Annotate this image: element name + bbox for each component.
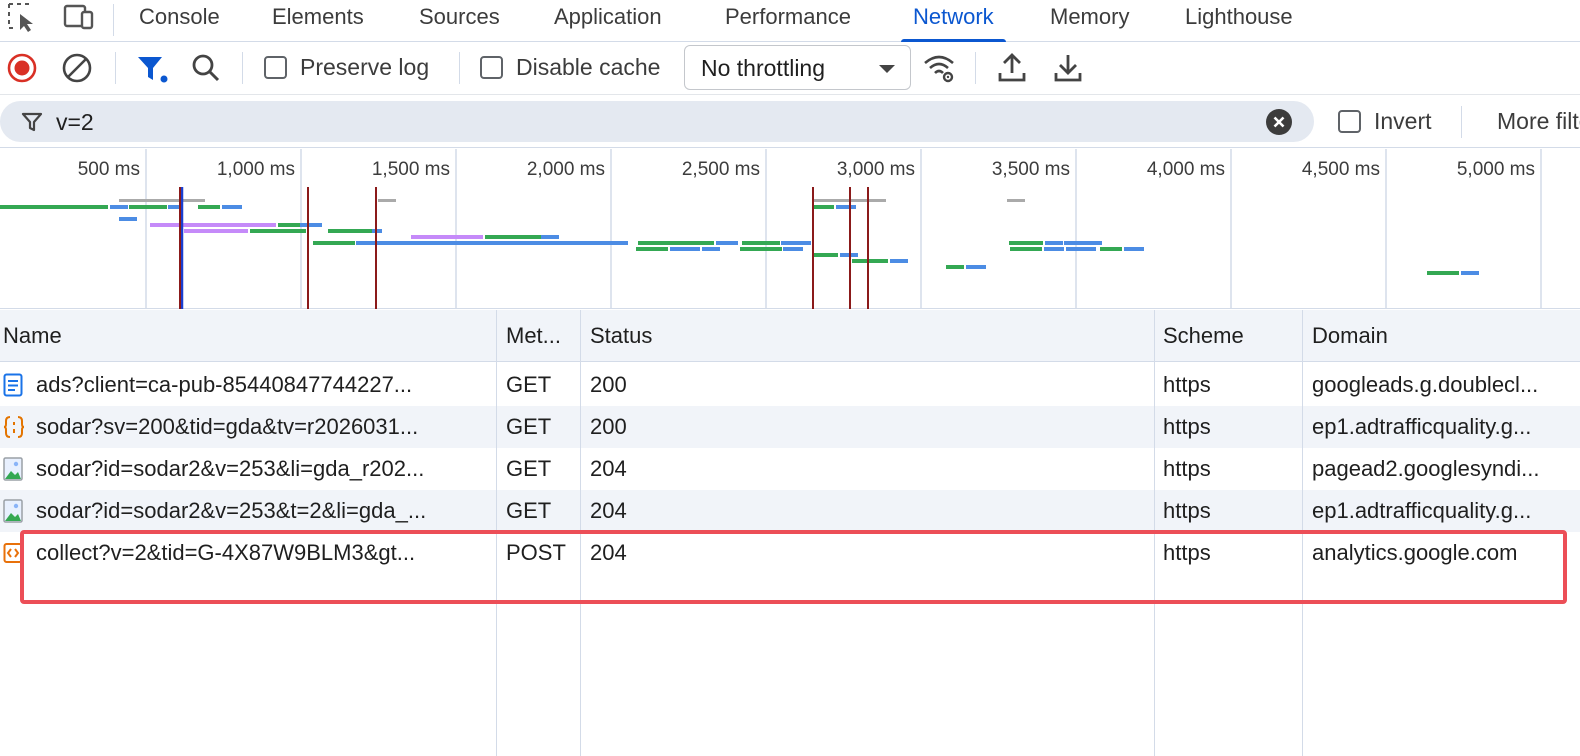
request-status: 200 — [590, 372, 627, 397]
request-scheme: https — [1163, 414, 1211, 439]
column-header-status[interactable]: Status — [590, 323, 652, 349]
filter-input[interactable]: v=2 — [0, 101, 1314, 142]
image-icon — [3, 499, 23, 523]
tick-label: 5,000 ms — [1456, 159, 1535, 180]
table-row[interactable]: sodar?id=sodar2&v=253&t=2&li=gda_... GET… — [0, 490, 1580, 532]
request-domain: ep1.adtrafficquality.g... — [1312, 498, 1532, 523]
request-method: GET — [506, 498, 552, 523]
tab-application[interactable]: Application — [554, 0, 662, 41]
document-icon — [3, 373, 23, 397]
toolbar-divider — [459, 52, 460, 84]
table-row[interactable]: ads?client=ca-pub-85440847744227... GET … — [0, 364, 1580, 406]
request-method: POST — [506, 540, 566, 565]
filterbar-divider — [1461, 106, 1462, 138]
request-method: GET — [506, 414, 552, 439]
column-divider[interactable] — [1154, 310, 1155, 756]
table-row[interactable]: sodar?id=sodar2&v=253&li=gda_r202... GET… — [0, 448, 1580, 490]
request-scheme: https — [1163, 456, 1211, 481]
tick-label: 2,000 ms — [526, 159, 605, 180]
preserve-log-label: Preserve log — [300, 54, 430, 80]
devtools-tabbar: Console Elements Sources Application Per… — [0, 0, 1580, 42]
inspect-element-icon[interactable] — [6, 2, 40, 39]
tick-label: 1,500 ms — [371, 159, 450, 180]
invert-checkbox[interactable] — [1338, 110, 1361, 133]
request-scheme: https — [1163, 498, 1211, 523]
export-har-icon[interactable] — [1052, 51, 1084, 90]
column-header-domain[interactable]: Domain — [1312, 323, 1388, 349]
network-toolbar: Preserve log Disable cache No throttling — [0, 42, 1580, 95]
request-domain: ep1.adtrafficquality.g... — [1312, 414, 1532, 439]
request-name: ads?client=ca-pub-85440847744227... — [36, 372, 413, 397]
tab-lighthouse[interactable]: Lighthouse — [1185, 0, 1293, 41]
toolbar-divider — [242, 52, 243, 84]
tab-sources[interactable]: Sources — [419, 0, 500, 41]
filter-icon[interactable] — [136, 53, 170, 90]
request-status: 204 — [590, 456, 627, 481]
funnel-icon — [20, 110, 44, 139]
tab-memory[interactable]: Memory — [1050, 0, 1129, 41]
request-domain: pagead2.googlesyndi... — [1312, 456, 1540, 481]
tab-console[interactable]: Console — [139, 0, 220, 41]
tabbar-divider — [113, 4, 114, 36]
search-icon[interactable] — [190, 52, 222, 89]
request-status: 204 — [590, 498, 627, 523]
table-header: Name Met... Status Scheme Domain — [0, 310, 1580, 362]
column-divider[interactable] — [1302, 310, 1303, 756]
network-conditions-icon[interactable] — [922, 52, 958, 89]
column-divider[interactable] — [580, 310, 581, 756]
filter-value: v=2 — [56, 109, 94, 135]
clear-filter-icon[interactable] — [1266, 109, 1292, 135]
filter-bar: v=2 Invert More filters — [0, 96, 1580, 148]
tick-label: 2,500 ms — [681, 159, 760, 180]
tick-label: 500 ms — [77, 159, 140, 180]
invert-label: Invert — [1374, 108, 1432, 134]
import-har-icon[interactable] — [996, 51, 1028, 90]
column-header-scheme[interactable]: Scheme — [1163, 323, 1244, 349]
request-domain: analytics.google.com — [1312, 540, 1518, 565]
request-scheme: https — [1163, 540, 1211, 565]
request-name: sodar?sv=200&tid=gda&tv=r2026031... — [36, 414, 419, 439]
column-header-name[interactable]: Name — [3, 323, 62, 349]
request-status: 200 — [590, 414, 627, 439]
toolbar-divider — [115, 52, 116, 84]
disable-cache-checkbox[interactable] — [480, 56, 503, 79]
chevron-down-icon — [879, 65, 895, 73]
toolbar-divider — [975, 52, 976, 84]
disable-cache-label: Disable cache — [516, 54, 661, 80]
device-toolbar-icon[interactable] — [62, 2, 96, 39]
request-method: GET — [506, 372, 552, 397]
tab-performance[interactable]: Performance — [725, 0, 851, 41]
throttling-value: No throttling — [701, 55, 826, 81]
request-name: sodar?id=sodar2&v=253&li=gda_r202... — [36, 456, 425, 481]
table-row[interactable]: sodar?sv=200&tid=gda&tv=r2026031... GET … — [0, 406, 1580, 448]
ping-icon — [3, 541, 23, 565]
request-name: sodar?id=sodar2&v=253&t=2&li=gda_... — [36, 498, 427, 523]
column-header-method[interactable]: Met... — [506, 323, 561, 349]
request-scheme: https — [1163, 372, 1211, 397]
tab-elements[interactable]: Elements — [272, 0, 364, 41]
request-method: GET — [506, 456, 552, 481]
table-row[interactable]: collect?v=2&tid=G-4X87W9BLM3&gt... POST … — [0, 532, 1580, 574]
tick-label: 4,500 ms — [1301, 159, 1380, 180]
column-divider[interactable] — [496, 310, 497, 756]
preserve-log-checkbox[interactable] — [264, 56, 287, 79]
requests-table: Name Met... Status Scheme Domain ads?cli… — [0, 310, 1580, 756]
request-name: collect?v=2&tid=G-4X87W9BLM3&gt... — [36, 540, 416, 565]
network-overview[interactable]: 500 ms 1,000 ms 1,500 ms 2,000 ms 2,500 … — [0, 149, 1580, 309]
request-status: 204 — [590, 540, 627, 565]
more-filters-button[interactable]: More filters — [1497, 108, 1580, 135]
tick-label: 1,000 ms — [216, 159, 295, 180]
tick-label: 3,000 ms — [836, 159, 915, 180]
tab-network[interactable]: Network — [901, 0, 1006, 42]
tick-label: 4,000 ms — [1146, 159, 1225, 180]
image-icon — [3, 457, 23, 481]
record-stop-icon[interactable] — [6, 52, 38, 89]
clear-icon[interactable] — [61, 52, 93, 89]
throttling-select[interactable]: No throttling — [684, 45, 911, 90]
script-icon — [3, 415, 25, 439]
request-domain: googleads.g.doublecl... — [1312, 372, 1539, 397]
tick-label: 3,500 ms — [991, 159, 1070, 180]
